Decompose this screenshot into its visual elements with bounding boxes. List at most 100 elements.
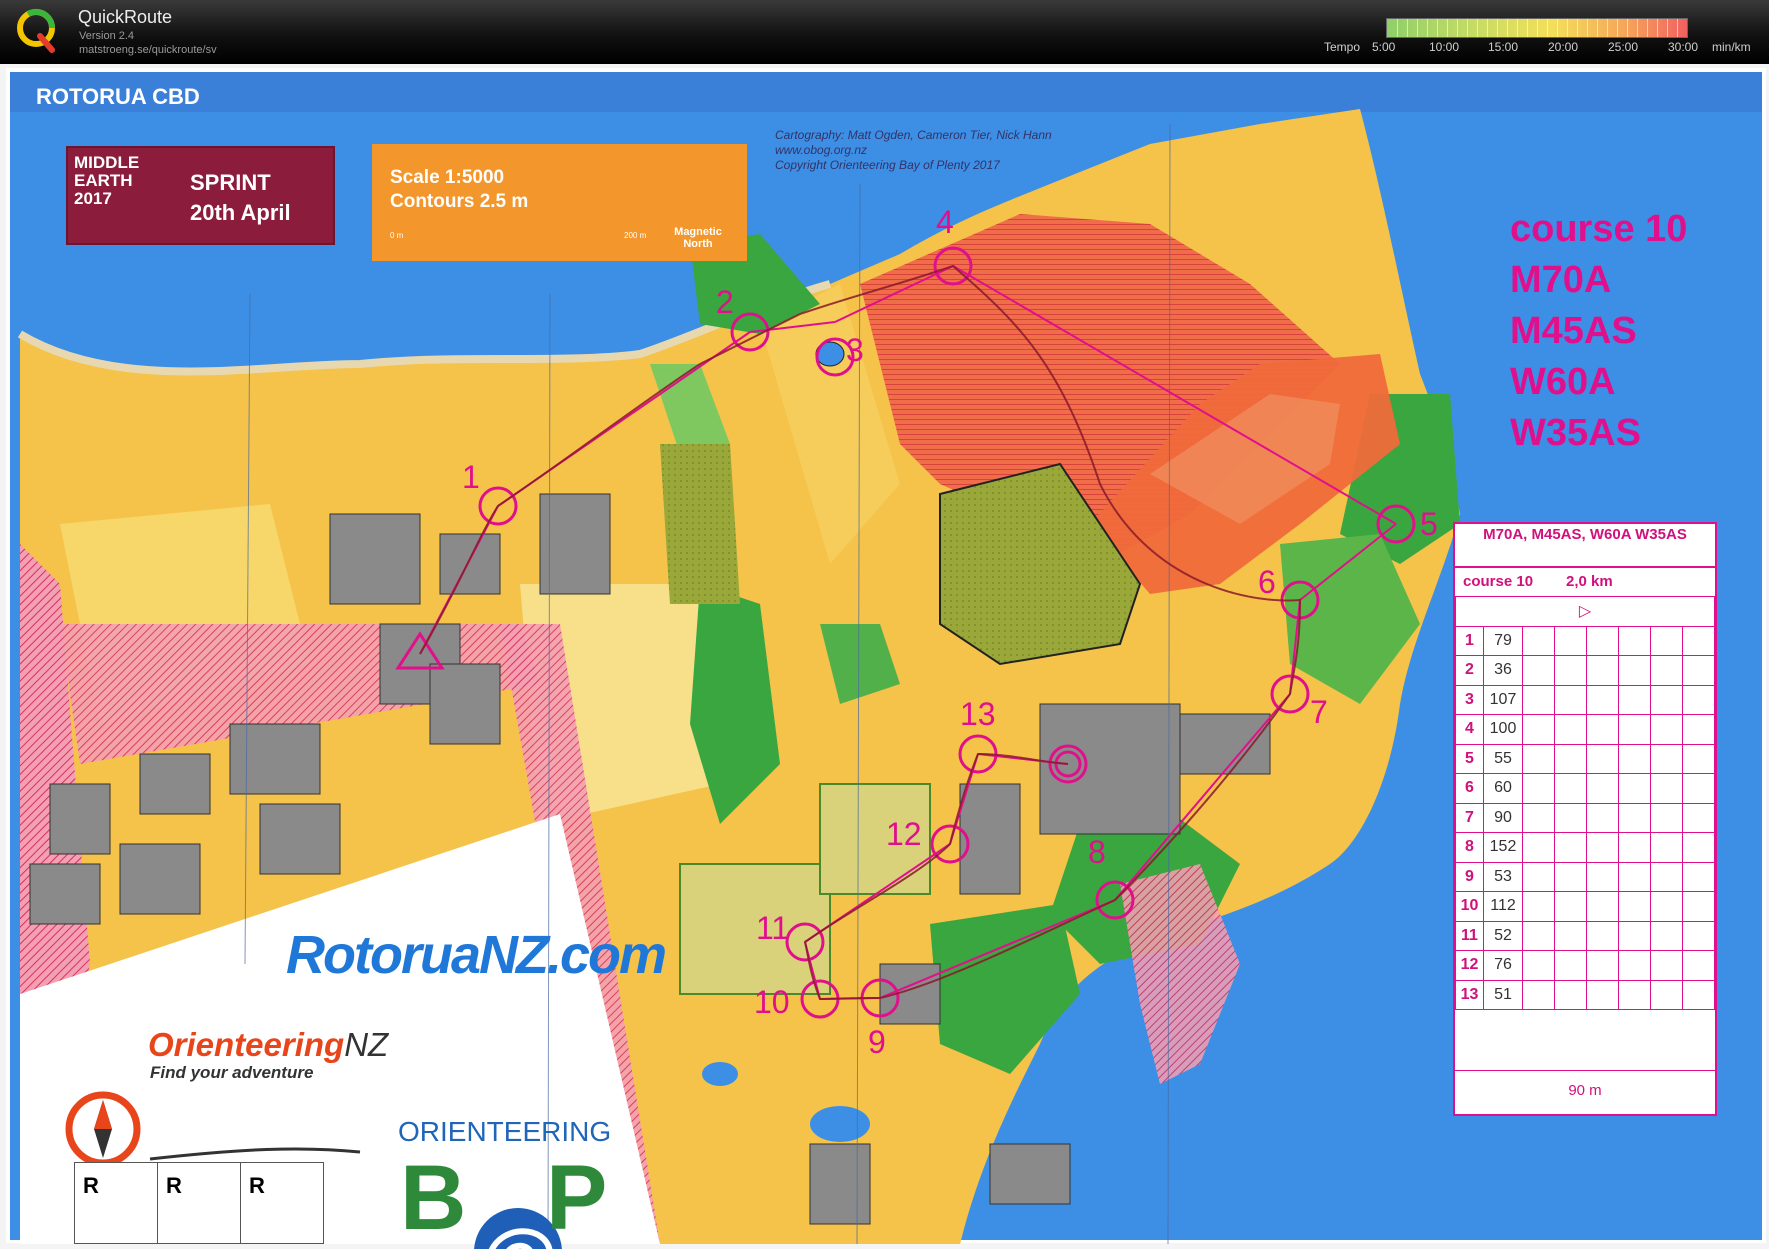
description-symbol-cell (1554, 773, 1587, 804)
description-symbol-cell (1682, 743, 1715, 774)
description-symbol-cell (1522, 743, 1555, 774)
description-symbol-cell (1554, 832, 1587, 863)
description-symbol-cell (1618, 861, 1651, 892)
punch-box: R (241, 1163, 323, 1243)
event-series: MIDDLE EARTH 2017 (74, 154, 168, 238)
course-class: W60A (1510, 361, 1616, 403)
tempo-segment (1437, 19, 1438, 37)
description-symbol-cell (1650, 802, 1683, 833)
tempo-segment (1647, 19, 1648, 37)
control-code: 107 (1483, 684, 1523, 715)
description-symbol-cell (1522, 950, 1555, 981)
description-table: ▷ 1 79 2 36 3 107 4 100 5 55 6 60 7 90 8 152 9 53 10 112 11 52… (1455, 596, 1715, 1010)
onz-main-word: Orienteering (148, 1026, 345, 1063)
description-row: 8 152 (1455, 832, 1715, 863)
description-symbol-cell (1586, 802, 1619, 833)
description-row: 13 51 (1455, 979, 1715, 1010)
control-code: 36 (1483, 655, 1523, 686)
orienteering-nz-wordmark: OrienteeringNZ (148, 1026, 388, 1064)
orienteering-nz-logo-icon (65, 1091, 141, 1167)
course-class: M45AS (1510, 310, 1637, 352)
tempo-tick: 5:00 (1372, 40, 1396, 54)
description-symbol-cell (1522, 979, 1555, 1010)
control-code: 60 (1483, 773, 1523, 804)
description-symbol-cell (1650, 743, 1683, 774)
description-symbol-cell (1522, 832, 1555, 863)
start-symbol-icon: ▷ (1455, 596, 1715, 627)
tempo-color-bar (1386, 18, 1688, 38)
description-symbol-cell (1618, 625, 1651, 656)
punch-box-label: R (166, 1173, 182, 1198)
description-symbol-cell (1554, 743, 1587, 774)
description-symbol-cell (1650, 684, 1683, 715)
control-seq: 8 (1455, 832, 1484, 863)
scale-info: Scale 1:5000 Contours 2.5 m (390, 166, 528, 214)
control-seq: 6 (1455, 773, 1484, 804)
description-symbol-cell (1682, 773, 1715, 804)
tempo-segment (1617, 19, 1618, 37)
orienteering-nz-tagline: Find your adventure (150, 1063, 314, 1082)
tempo-segment (1527, 19, 1528, 37)
map-credits: Cartography: Matt Ogden, Cameron Tier, N… (775, 128, 1052, 173)
finish-distance: 90 m (1455, 1070, 1715, 1111)
tempo-segment (1487, 19, 1488, 37)
description-symbol-cell (1682, 684, 1715, 715)
control-number: 10 (754, 984, 790, 1020)
event-series-line: EARTH (74, 171, 133, 190)
bop-letter-p: P (546, 1147, 608, 1249)
description-symbol-cell (1650, 832, 1683, 863)
description-symbol-cell (1554, 920, 1587, 951)
description-classes: M70A, M45AS, W60A W35AS (1455, 524, 1715, 568)
description-symbol-cell (1682, 625, 1715, 656)
tempo-tick: 20:00 (1548, 40, 1579, 54)
description-symbol-cell (1586, 655, 1619, 686)
tempo-segment (1477, 19, 1478, 37)
description-row: 3 107 (1455, 684, 1715, 715)
description-row: 11 52 (1455, 920, 1715, 951)
description-symbol-cell (1650, 950, 1683, 981)
tempo-segment (1627, 19, 1628, 37)
description-symbol-cell (1522, 655, 1555, 686)
event-date: 20th April (190, 200, 291, 225)
tempo-tick: 30:00 (1668, 40, 1699, 54)
tempo-segment (1497, 19, 1498, 37)
map-area-title: ROTORUA CBD (36, 84, 200, 109)
tempo-segment (1447, 19, 1448, 37)
orienteering-map[interactable]: ROTORUA CBD MIDDLE EARTH 2017 SPRINT 20t… (0, 64, 1769, 1249)
control-seq: 11 (1455, 920, 1484, 951)
bop-letter-b: B (400, 1147, 467, 1249)
control-number: 12 (886, 816, 922, 852)
scale-panel: Scale 1:5000 Contours 2.5 m 0 m 200 m Ma… (372, 144, 747, 261)
tempo-segment (1427, 19, 1428, 37)
control-seq: 12 (1455, 950, 1484, 981)
description-symbol-cell (1586, 714, 1619, 745)
credit-line: Cartography: Matt Ogden, Cameron Tier, N… (775, 128, 1052, 142)
tempo-segment (1467, 19, 1468, 37)
description-row: 1 79 (1455, 625, 1715, 656)
course-class: W35AS (1510, 412, 1641, 454)
description-symbol-cell (1618, 950, 1651, 981)
scale-value: Scale 1:5000 (390, 167, 505, 188)
description-symbol-cell (1618, 891, 1651, 922)
tempo-segment (1557, 19, 1558, 37)
control-seq: 4 (1455, 714, 1484, 745)
tempo-segment (1417, 19, 1418, 37)
description-symbol-cell (1682, 714, 1715, 745)
description-symbol-cell (1682, 950, 1715, 981)
event-panel: MIDDLE EARTH 2017 SPRINT 20th April (66, 146, 335, 245)
description-symbol-cell (1586, 773, 1619, 804)
description-start-row: ▷ (1455, 596, 1715, 627)
description-symbol-cell (1554, 655, 1587, 686)
description-symbol-cell (1554, 802, 1587, 833)
course-class: M70A (1510, 259, 1612, 301)
description-symbol-cell (1618, 714, 1651, 745)
control-seq: 2 (1455, 655, 1484, 686)
control-number: 4 (936, 204, 954, 240)
control-code: 90 (1483, 802, 1523, 833)
description-symbol-cell (1586, 861, 1619, 892)
tempo-segment (1667, 19, 1668, 37)
control-seq: 10 (1455, 891, 1484, 922)
description-symbol-cell (1554, 625, 1587, 656)
tempo-segment (1507, 19, 1508, 37)
app-header: QuickRoute Version 2.4 matstroeng.se/qui… (0, 0, 1769, 64)
